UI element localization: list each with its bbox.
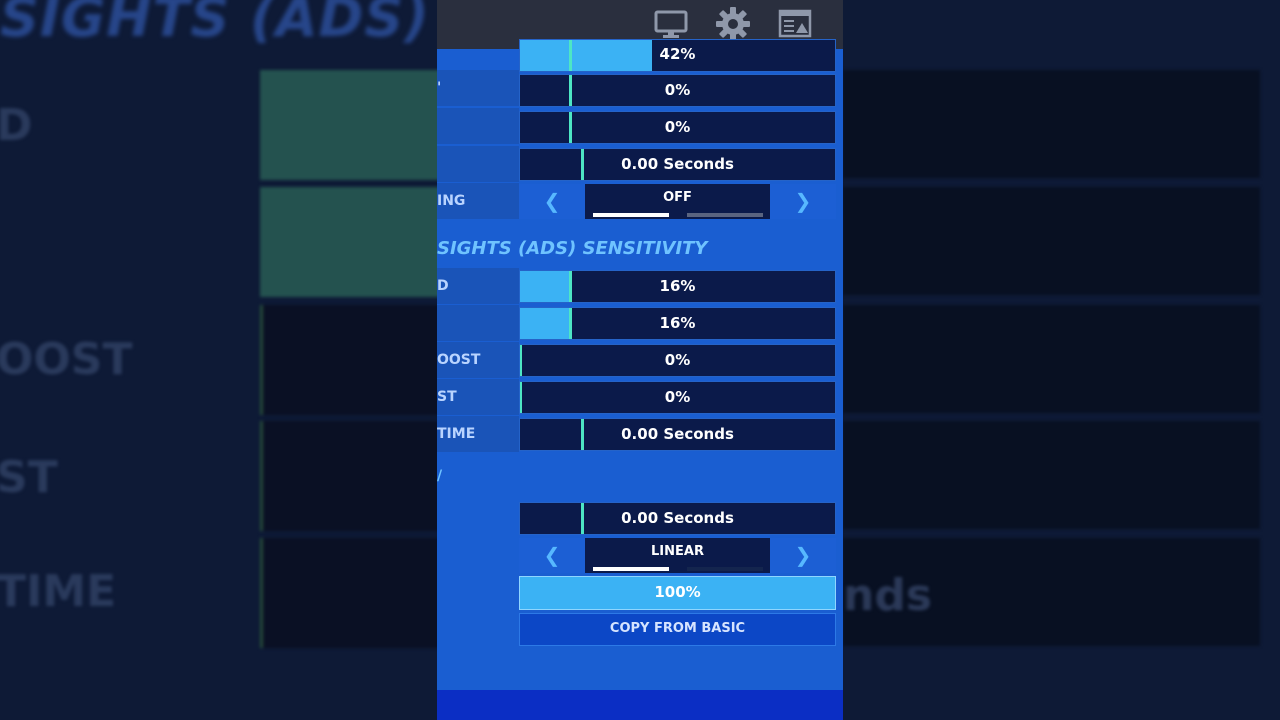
slider-value: 100% xyxy=(654,583,701,601)
label-strip xyxy=(437,268,519,304)
display-settings-icon[interactable] xyxy=(777,6,813,42)
label-strip xyxy=(437,70,519,106)
background-slider-fill xyxy=(260,187,437,297)
row-label: OOST xyxy=(437,352,481,368)
background-slider xyxy=(260,421,437,531)
option-indicator xyxy=(593,213,669,217)
option-indicator xyxy=(593,567,669,571)
background-slider xyxy=(260,538,437,648)
sensitivity-slider[interactable]: 0% xyxy=(519,111,836,144)
delay-slider[interactable]: 0.00 Seconds xyxy=(519,502,836,535)
background-label: TIME xyxy=(0,566,117,617)
slider-value: 0% xyxy=(664,81,691,99)
gear-icon[interactable] xyxy=(715,6,751,42)
sensitivity-slider[interactable]: 42% xyxy=(519,39,836,72)
row-label: ING xyxy=(437,193,466,209)
background-slider xyxy=(843,187,1260,295)
sensitivity-slider[interactable]: 0% xyxy=(519,74,836,107)
label-strip xyxy=(437,305,519,341)
background-slider-fill xyxy=(260,70,437,180)
right-background: nds xyxy=(843,0,1280,720)
slider-value: 0.00 Seconds xyxy=(621,425,734,443)
section-title: SIGHTS (ADS) SENSITIVITY xyxy=(437,238,708,259)
toggle-selector: ❮ OFF ❯ xyxy=(519,184,836,219)
option-indicator xyxy=(687,567,763,571)
previous-option-button[interactable]: ❮ xyxy=(519,184,585,219)
row-label: ' xyxy=(437,80,442,96)
row-label: D xyxy=(437,278,449,294)
slider-value: 0.00 Seconds xyxy=(621,509,734,527)
section-title: / xyxy=(437,468,443,484)
label-strip xyxy=(437,146,519,182)
copy-from-basic-button[interactable]: COPY FROM BASIC xyxy=(519,613,836,646)
background-slider xyxy=(843,305,1260,413)
selector-value: LINEAR xyxy=(651,544,704,559)
left-background: SIGHTS (ADS) SENSITIVITY D OOST ST TIME xyxy=(0,0,437,720)
curve-selector: ❮ LINEAR ❯ xyxy=(519,538,836,573)
background-slider xyxy=(843,421,1260,529)
monitor-icon[interactable] xyxy=(653,6,689,42)
selector-value: OFF xyxy=(663,190,692,205)
ads-boost-slider[interactable]: 0% xyxy=(519,344,836,377)
background-label: ST xyxy=(0,452,58,503)
option-indicator xyxy=(687,213,763,217)
next-option-button[interactable]: ❯ xyxy=(770,184,836,219)
background-slider xyxy=(843,70,1260,178)
percent-slider[interactable]: 100% xyxy=(519,576,836,610)
previous-option-button[interactable]: ❮ xyxy=(519,538,585,573)
bottom-bar xyxy=(437,690,843,720)
background-heading: SIGHTS (ADS) SENSITIVITY xyxy=(0,0,437,49)
background-label: D xyxy=(0,100,33,151)
row-label: TIME xyxy=(437,426,476,442)
background-slider xyxy=(260,305,437,415)
slider-value: 16% xyxy=(659,314,696,332)
slider-value: 16% xyxy=(659,277,696,295)
next-option-button[interactable]: ❯ xyxy=(770,538,836,573)
background-label: OOST xyxy=(0,334,133,385)
ads-sensitivity-slider[interactable]: 16% xyxy=(519,307,836,340)
background-text: nds xyxy=(843,570,933,621)
row-label: ST xyxy=(437,389,457,405)
ads-boost-slider[interactable]: 0% xyxy=(519,381,836,414)
slider-value: 0.00 Seconds xyxy=(621,155,734,173)
slider-value: 0% xyxy=(664,388,691,406)
ads-sensitivity-slider[interactable]: 16% xyxy=(519,270,836,303)
slider-value: 0% xyxy=(664,118,691,136)
label-strip xyxy=(437,108,519,144)
time-slider[interactable]: 0.00 Seconds xyxy=(519,148,836,181)
slider-value: 0% xyxy=(664,351,691,369)
ads-time-slider[interactable]: 0.00 Seconds xyxy=(519,418,836,451)
slider-value: 42% xyxy=(659,45,696,63)
settings-panel: 42% ' 0% 0% 0.00 Seconds ING ❮ OFF ❯ SIG… xyxy=(437,0,843,720)
